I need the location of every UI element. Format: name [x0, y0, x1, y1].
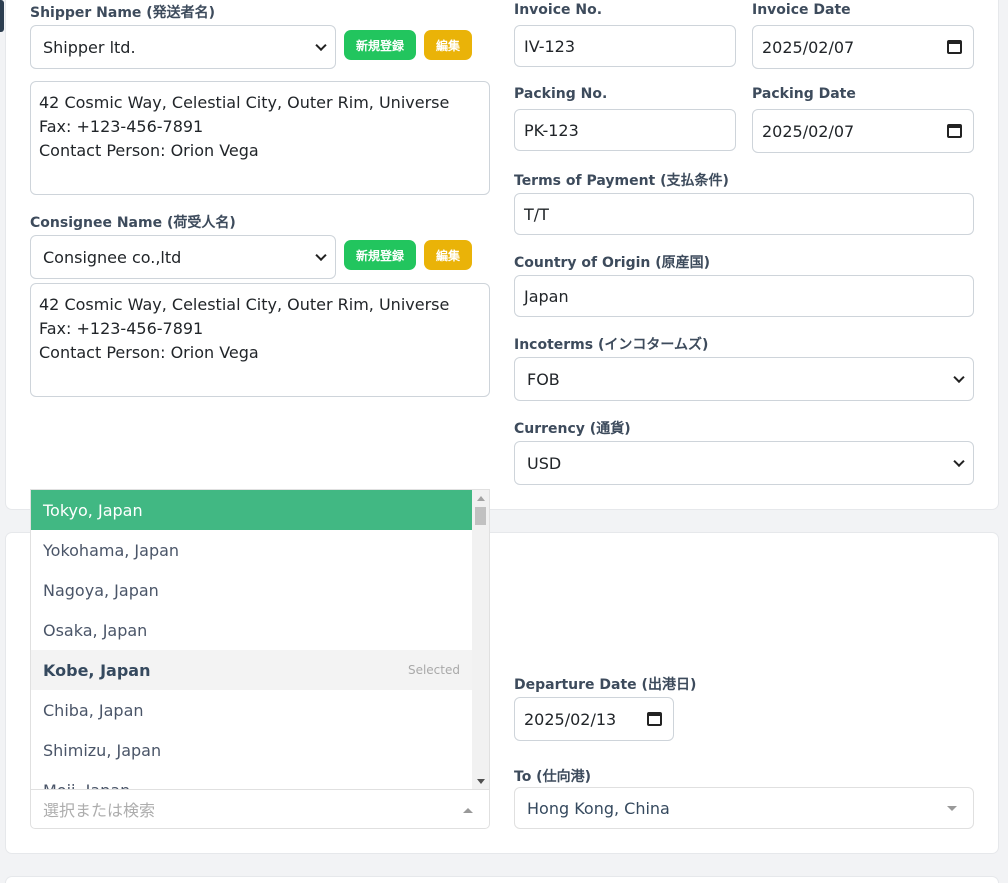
option-label: Yokohama, Japan [43, 540, 180, 560]
departure-port-search-input[interactable]: 選択または検索 [30, 789, 490, 829]
option-label: Tokyo, Japan [43, 500, 143, 520]
packing-no-label: Packing No. [514, 86, 608, 102]
calendar-icon[interactable] [947, 40, 962, 54]
shipper-address-line: 42 Cosmic Way, Celestial City, Outer Rim… [39, 93, 450, 112]
search-placeholder: 選択または検索 [43, 801, 156, 820]
port-option-moji[interactable]: Moji, Japan [31, 770, 473, 790]
consignee-new-button[interactable]: 新規登録 [344, 240, 416, 270]
caret-down-icon [947, 806, 957, 811]
invoice-date-value: 2025/02/07 [762, 37, 855, 57]
option-label: Moji, Japan [43, 781, 130, 790]
origin-label: Country of Origin (原産国) [514, 255, 711, 271]
invoice-no-value: IV-123 [524, 36, 576, 56]
scroll-thumb[interactable] [475, 507, 486, 525]
terms-input[interactable]: T/T [514, 193, 974, 235]
option-label: Chiba, Japan [43, 700, 144, 720]
destination-port-value: Hong Kong, China [527, 798, 670, 818]
consignee-address-textarea[interactable]: 42 Cosmic Way, Celestial City, Outer Rim… [30, 283, 490, 397]
shipper-contact-line: Contact Person: Orion Vega [39, 141, 259, 160]
port-option-chiba[interactable]: Chiba, Japan [31, 690, 473, 730]
invoice-date-input[interactable]: 2025/02/07 [752, 25, 974, 69]
consignee-contact-line: Contact Person: Orion Vega [39, 343, 259, 362]
calendar-icon[interactable] [647, 712, 662, 726]
currency-value: USD [527, 453, 562, 473]
consignee-edit-button[interactable]: 編集 [424, 240, 472, 270]
packing-no-value: PK-123 [524, 120, 579, 140]
shipper-fax-line: Fax: +123-456-7891 [39, 117, 204, 136]
calendar-icon[interactable] [947, 124, 962, 138]
port-option-osaka[interactable]: Osaka, Japan [31, 610, 473, 650]
terms-value: T/T [524, 204, 549, 224]
shipper-label: Shipper Name (発送者名) [30, 5, 216, 21]
shipper-new-button[interactable]: 新規登録 [344, 30, 416, 60]
port-option-shimizu[interactable]: Shimizu, Japan [31, 730, 473, 770]
departure-date-input[interactable]: 2025/02/13 [514, 697, 674, 741]
chevron-down-icon [315, 39, 327, 52]
side-tab [0, 0, 4, 32]
consignee-address-line: 42 Cosmic Way, Celestial City, Outer Rim… [39, 295, 450, 314]
incoterms-select[interactable]: FOB [514, 357, 974, 401]
port-option-tokyo[interactable]: Tokyo, Japan [31, 490, 473, 530]
port-option-yokohama[interactable]: Yokohama, Japan [31, 530, 473, 570]
consignee-fax-line: Fax: +123-456-7891 [39, 319, 204, 338]
consignee-select-value: Consignee co.,ltd [43, 247, 182, 267]
consignee-label: Consignee Name (荷受人名) [30, 215, 236, 231]
shipper-select-value: Shipper ltd. [43, 37, 136, 57]
option-label: Osaka, Japan [43, 620, 148, 640]
incoterms-value: FOB [527, 369, 560, 389]
departure-label: Departure Date (出港日) [514, 677, 697, 693]
chevron-down-icon [315, 249, 327, 262]
port-option-nagoya[interactable]: Nagoya, Japan [31, 570, 473, 610]
shipper-address-textarea[interactable]: 42 Cosmic Way, Celestial City, Outer Rim… [30, 81, 490, 195]
packing-date-value: 2025/02/07 [762, 121, 855, 141]
shipper-select[interactable]: Shipper ltd. [30, 25, 336, 69]
next-card [6, 877, 998, 883]
packing-date-input[interactable]: 2025/02/07 [752, 109, 974, 153]
destination-label: To (仕向港) [514, 769, 591, 785]
scroll-up-icon[interactable] [477, 496, 485, 501]
port-option-kobe[interactable]: Kobe, Japan Selected [31, 650, 473, 690]
invoice-date-label: Invoice Date [752, 2, 851, 18]
caret-up-icon [463, 808, 473, 813]
destination-port-select[interactable]: Hong Kong, China [514, 787, 974, 829]
option-label: Shimizu, Japan [43, 740, 162, 760]
chevron-down-icon [953, 371, 965, 384]
shipper-edit-button[interactable]: 編集 [424, 30, 472, 60]
origin-value: Japan [524, 286, 569, 306]
chevron-down-icon [953, 455, 965, 468]
terms-label: Terms of Payment (支払条件) [514, 173, 729, 189]
origin-input[interactable]: Japan [514, 275, 974, 317]
departure-port-dropdown-list: Tokyo, Japan Yokohama, Japan Nagoya, Jap… [30, 489, 490, 789]
departure-date-value: 2025/02/13 [524, 709, 617, 729]
invoice-no-label: Invoice No. [514, 2, 603, 18]
option-label: Kobe, Japan [43, 660, 151, 680]
currency-select[interactable]: USD [514, 441, 974, 485]
currency-label: Currency (通貨) [514, 421, 631, 437]
invoice-no-input[interactable]: IV-123 [514, 25, 736, 67]
incoterms-label: Incoterms (インコタームズ) [514, 337, 709, 353]
scroll-down-icon[interactable] [477, 779, 485, 784]
consignee-select[interactable]: Consignee co.,ltd [30, 235, 336, 279]
packing-date-label: Packing Date [752, 86, 856, 102]
dropdown-scrollbar[interactable] [472, 490, 489, 789]
option-label: Nagoya, Japan [43, 580, 159, 600]
packing-no-input[interactable]: PK-123 [514, 109, 736, 151]
selected-hint: Selected [407, 663, 460, 677]
